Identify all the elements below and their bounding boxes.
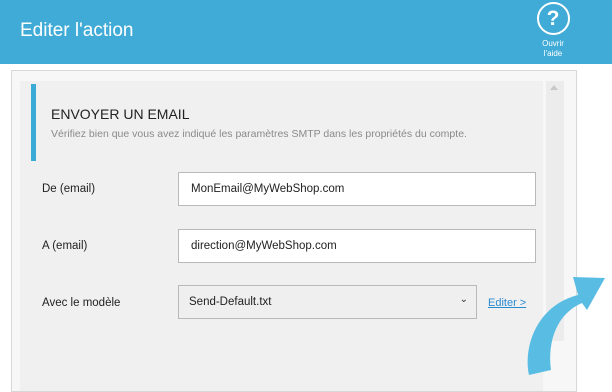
template-label: Avec le modèle (42, 297, 121, 309)
from-email-field[interactable]: MonEmail@MyWebShop.com (178, 172, 536, 206)
question-circle-icon: ? (536, 2, 570, 35)
section-accent-bar (31, 84, 36, 161)
chevron-down-icon: ⌄ (459, 294, 468, 305)
from-email-label: De (email) (42, 183, 96, 195)
template-select[interactable]: Send-Default.txt ⌄ (178, 285, 477, 319)
section-title: ENVOYER UN EMAIL (51, 106, 190, 122)
from-email-value: MonEmail@MyWebShop.com (191, 183, 345, 195)
help-button[interactable]: ? Ouvrir l'aide (530, 2, 576, 59)
to-email-value: direction@MyWebShop.com (191, 240, 337, 252)
template-select-value: Send-Default.txt (189, 296, 272, 308)
help-label-line2: l'aide (543, 49, 563, 58)
help-label-line1: Ouvrir (542, 39, 564, 48)
to-email-field[interactable]: direction@MyWebShop.com (178, 229, 536, 263)
to-email-label: A (email) (42, 240, 88, 252)
scroll-up-icon[interactable] (550, 85, 558, 90)
curved-arrow-icon (527, 277, 605, 375)
help-label: Ouvrir l'aide (530, 39, 576, 59)
header-bar: Editer l'action ? Ouvrir l'aide (0, 0, 612, 64)
section-subtitle: Vérifiez bien que vous avez indiqué les … (51, 128, 467, 140)
page-title: Editer l'action (20, 20, 134, 41)
